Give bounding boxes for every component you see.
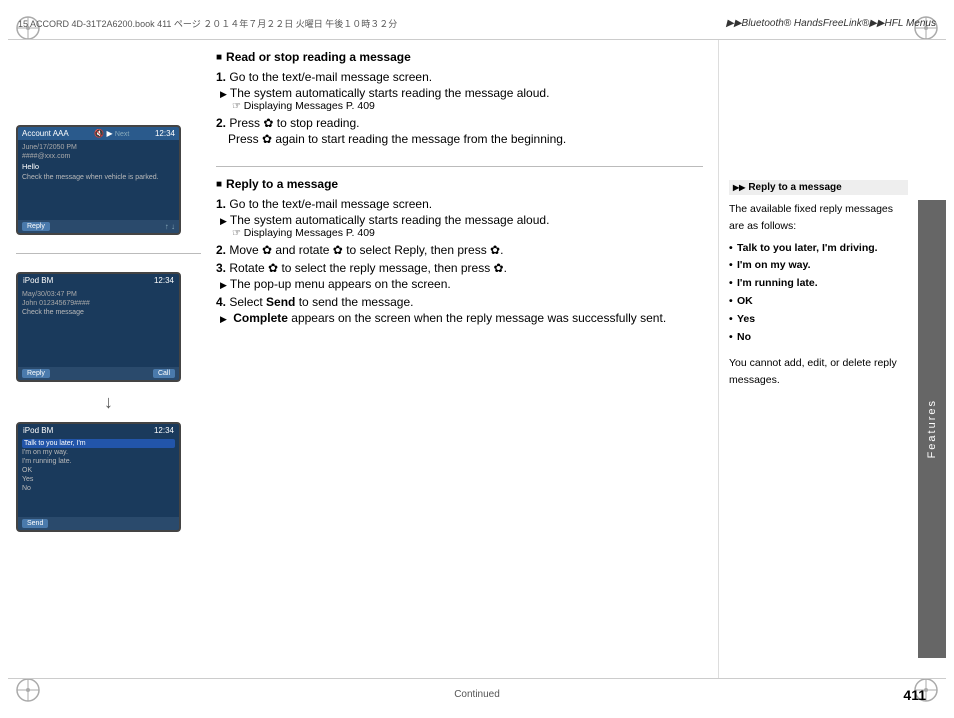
section1-step1-num: 1. [216, 70, 226, 84]
right-panel: Reply to a message The available fixed r… [718, 40, 918, 678]
section1-step2: 2. Press ✿ to stop reading. Press ✿ agai… [216, 116, 703, 146]
screen3-item-5: No [22, 484, 175, 493]
screen2-reply-btn[interactable]: Reply [22, 369, 50, 378]
screen1-icons: 🔇 ▶ Next [94, 129, 129, 138]
sidebar-text: Features [926, 399, 938, 458]
screen1-nav: ↑ ↓ [165, 222, 175, 231]
reply-item-3: OK [729, 293, 908, 310]
sidebar-features-label: Features [918, 200, 946, 658]
middle-divider [216, 166, 703, 167]
main-content: Account AAA 🔇 ▶ Next 12:34 June/17/2050 … [16, 40, 918, 678]
screen1-email: ####@xxx.com [22, 152, 175, 161]
reply-item-4: Yes [729, 311, 908, 328]
section2-step2-text: Move ✿ and rotate ✿ to select Reply, the… [229, 243, 503, 257]
screen1-reply-btn[interactable]: Reply [22, 222, 50, 231]
screen1-date: June/17/2050 PM [22, 143, 175, 152]
screen2-call-btn[interactable]: Call [153, 369, 175, 378]
screen3-send-btn[interactable]: Send [22, 519, 48, 528]
screen2-time: 12:34 [154, 276, 174, 285]
screen3-item-0: Talk to you later, I'm [22, 439, 175, 448]
screen2-message: Check the message [22, 308, 175, 317]
section1-step2-num: 2. [216, 116, 226, 130]
screen-ipod-send: iPod BM 12:34 Talk to you later, I'm I'm… [16, 422, 181, 532]
reply-item-0: Talk to you later, I'm driving. [729, 240, 908, 257]
section2-step3-arrow: The pop-up menu appears on the screen. [216, 277, 703, 291]
section2-heading: Reply to a message [216, 177, 703, 191]
top-bar: 15 ACCORD 4D-31T2A6200.book 411 ページ ２０１４… [8, 8, 946, 40]
screen3-item-1: I'm on my way. [22, 448, 175, 457]
section1-heading: Read or stop reading a message [216, 50, 703, 64]
section2-step1: 1. Go to the text/e-mail message screen.… [216, 197, 703, 239]
section2-step4-text: Select Send to send the message. [229, 295, 413, 309]
screen3-item-2: I'm running late. [22, 457, 175, 466]
screen1-body: June/17/2050 PM ####@xxx.com Hello Check… [18, 140, 179, 185]
screen3-header: iPod BM 12:34 [18, 424, 179, 437]
continued-label: Continued [8, 689, 946, 700]
screen1-footer: Reply ↑ ↓ [18, 220, 179, 233]
section2-step2-num: 2. [216, 243, 226, 257]
right-panel-note: You cannot add, edit, or delete reply me… [729, 355, 908, 389]
screen3-item-3: OK [22, 466, 175, 475]
screen1-subject: Hello [22, 162, 175, 172]
file-info: 15 ACCORD 4D-31T2A6200.book 411 ページ ２０１４… [18, 17, 726, 30]
screen2-header: iPod BM 12:34 [18, 274, 179, 287]
screen1-message: Check the message when vehicle is parked… [22, 173, 175, 182]
section1-step1-arrow: The system automatically starts reading … [216, 86, 703, 100]
section1-step1: 1. Go to the text/e-mail message screen.… [216, 70, 703, 112]
section2-step4-arrow: Complete appears on the screen when the … [216, 311, 703, 325]
screen1-account: Account AAA [22, 129, 69, 138]
screen2-body: May/30/03:47 PM John 012345679#### Check… [18, 287, 179, 320]
screen3-footer: Send [18, 517, 179, 530]
screen-ipod-reply: iPod BM 12:34 May/30/03:47 PM John 01234… [16, 272, 181, 382]
section2-step3-num: 3. [216, 261, 226, 275]
section2-step1-ref: Displaying Messages P. 409 [216, 227, 703, 239]
page-number: 411 [903, 687, 926, 703]
screen1-time: 12:34 [155, 129, 175, 138]
screen3-body: Talk to you later, I'm I'm on my way. I'… [18, 437, 179, 495]
section1-step2-text: Press ✿ to stop reading. [229, 116, 359, 130]
section2-step1-text: Go to the text/e-mail message screen. [229, 197, 432, 211]
chapter-header: ▶▶Bluetooth® HandsFreeLink®▶▶HFL Menus [726, 18, 936, 29]
screen-account-aaa: Account AAA 🔇 ▶ Next 12:34 June/17/2050 … [16, 125, 181, 235]
device-screenshots-column: Account AAA 🔇 ▶ Next 12:34 June/17/2050 … [16, 40, 201, 678]
section2-step3-text: Rotate ✿ to select the reply message, th… [229, 261, 507, 275]
section-read-message: Read or stop reading a message 1. Go to … [216, 50, 703, 146]
bottom-bar: Continued 411 [8, 678, 946, 710]
screen2-brand: iPod BM [23, 276, 53, 285]
section2-step1-arrow: The system automatically starts reading … [216, 213, 703, 227]
right-panel-body: The available fixed reply messages are a… [729, 201, 908, 389]
section1-step2-cont: Press ✿ again to start reading the messa… [216, 132, 703, 146]
screen3-time: 12:34 [154, 426, 174, 435]
reply-item-5: No [729, 329, 908, 346]
screen3-brand: iPod BM [23, 426, 53, 435]
reply-item-1: I'm on my way. [729, 257, 908, 274]
screen1-header: Account AAA 🔇 ▶ Next 12:34 [18, 127, 179, 140]
section2-step3: 3. Rotate ✿ to select the reply message,… [216, 261, 703, 291]
section2-step4-num: 4. [216, 295, 226, 309]
section-reply-message: Reply to a message 1. Go to the text/e-m… [216, 177, 703, 325]
section-divider-line [16, 253, 201, 254]
section2-step1-num: 1. [216, 197, 226, 211]
instructions-column: Read or stop reading a message 1. Go to … [201, 40, 718, 678]
section1-step1-ref: Displaying Messages P. 409 [216, 100, 703, 112]
screen2-email: John 012345679#### [22, 299, 175, 308]
section2-step4: 4. Select Send to send the message. Comp… [216, 295, 703, 325]
right-panel-intro: The available fixed reply messages are a… [729, 201, 908, 235]
screen2-footer: Reply Call [18, 367, 179, 380]
reply-item-2: I'm running late. [729, 275, 908, 292]
section1-step1-text: Go to the text/e-mail message screen. [229, 70, 432, 84]
arrow-down-icon: ↓ [16, 392, 201, 412]
screen2-date: May/30/03:47 PM [22, 290, 175, 299]
right-panel-title: Reply to a message [729, 180, 908, 195]
screen3-item-4: Yes [22, 475, 175, 484]
section2-step2: 2. Move ✿ and rotate ✿ to select Reply, … [216, 243, 703, 257]
